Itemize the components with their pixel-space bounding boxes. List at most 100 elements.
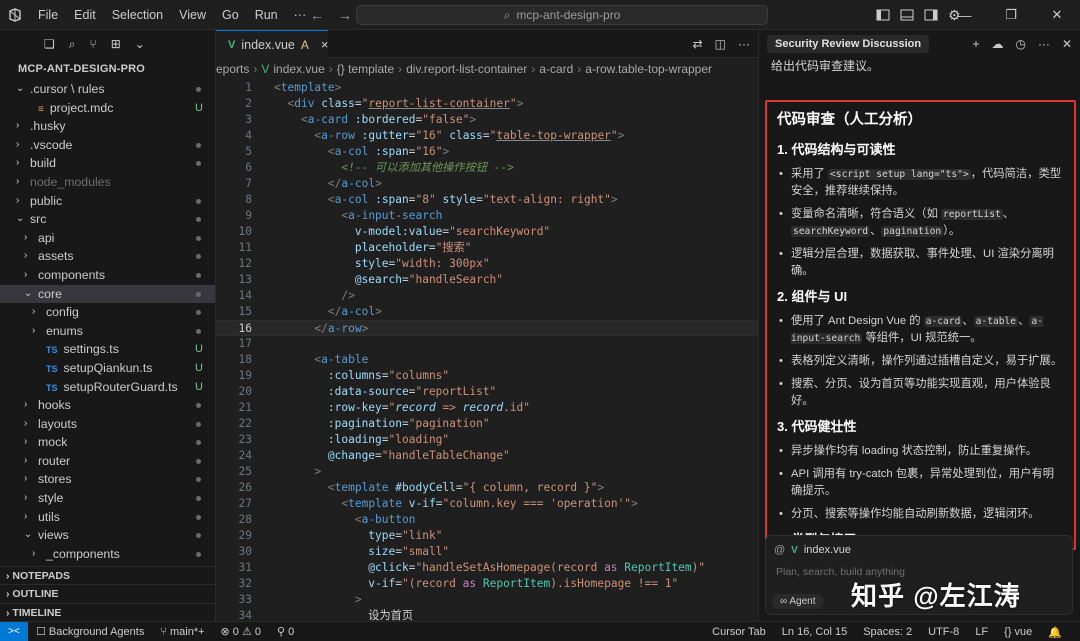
forward-arrow-icon[interactable]: → (338, 7, 352, 23)
tab-index-vue[interactable]: V index.vue A × (216, 30, 328, 58)
toggle-panel-icon[interactable] (900, 8, 914, 22)
cursor-position[interactable]: Ln 16, Col 15 (774, 626, 855, 638)
remote-icon[interactable]: >< (0, 621, 28, 641)
tree-item[interactable]: › public (0, 192, 215, 211)
tree-item[interactable]: › .vscode (0, 136, 215, 155)
split-editor-icon[interactable]: ◫ (715, 37, 726, 51)
tree-item[interactable]: › enums (0, 322, 215, 341)
section-outline[interactable]: › OUTLINE (0, 584, 216, 603)
tree-item-label: views (38, 526, 69, 545)
tree-item[interactable]: › config (0, 303, 215, 322)
history-icon[interactable]: ◷ (1015, 37, 1025, 51)
restore-icon[interactable]: ❐ (988, 0, 1034, 30)
window-controls: — ❐ ✕ (942, 0, 1080, 30)
breadcrumb-item[interactable]: div.report-list-container (406, 58, 527, 80)
tree-item[interactable]: › mock (0, 433, 215, 452)
breadcrumb-item[interactable]: a-row.table-top-wrapper (585, 58, 712, 80)
explorer-root[interactable]: MCP-ANT-DESIGN-PRO (0, 58, 215, 80)
agent-mode-selector[interactable]: ∞ Agent (772, 594, 824, 609)
menu-edit[interactable]: Edit (66, 0, 104, 30)
language-mode[interactable]: {} vue (996, 626, 1040, 638)
review-list: 异步操作均有 loading 状态控制，防止重复操作。 API 调用有 try-c… (777, 443, 1064, 523)
command-center-search[interactable]: ⌕ mcp-ant-design-pro (356, 5, 768, 25)
toggle-sidebar-icon[interactable] (876, 8, 890, 22)
code-line: 2 <div class="report-list-container"> (245, 97, 524, 110)
tree-item[interactable]: TS settings.ts U (0, 340, 215, 359)
ports-indicator[interactable]: ⚲ 0 (269, 625, 302, 638)
compare-icon[interactable]: ⇄ (693, 37, 703, 51)
menu-file[interactable]: File (30, 0, 66, 30)
tree-item[interactable]: › _components (0, 545, 215, 564)
menu-go[interactable]: Go (214, 0, 247, 30)
back-arrow-icon[interactable]: ← (310, 7, 324, 23)
new-chat-icon[interactable]: + (972, 37, 979, 51)
toggle-secondary-sidebar-icon[interactable] (924, 8, 938, 22)
minimize-icon[interactable]: — (942, 0, 988, 30)
menu-selection[interactable]: Selection (104, 0, 171, 30)
tree-item[interactable]: › components (0, 266, 215, 285)
tree-item[interactable]: ⌄ views (0, 526, 215, 545)
tree-item[interactable]: › api (0, 229, 215, 248)
tree-item-label: .vscode (30, 136, 72, 155)
close-icon[interactable]: ✕ (1062, 37, 1072, 51)
cloud-icon[interactable]: ☁ (991, 37, 1003, 51)
chat-tab-title[interactable]: Security Review Discussion (767, 35, 930, 53)
tree-item[interactable]: › hooks (0, 396, 215, 415)
close-icon[interactable]: ✕ (1034, 0, 1080, 30)
tree-item[interactable]: › router (0, 452, 215, 471)
extensions-icon[interactable]: ⊞ (111, 37, 121, 51)
tree-item[interactable]: ≡ project.mdc U (0, 99, 215, 118)
close-icon[interactable]: × (321, 37, 329, 52)
tree-item-label: node_modules (30, 173, 111, 192)
menu-view[interactable]: View (171, 0, 214, 30)
section-timeline[interactable]: › TIMELINE (0, 602, 216, 622)
tree-item[interactable]: TS setupRouterGuard.ts U (0, 378, 215, 397)
chevron-down-icon[interactable]: ⌄ (135, 37, 145, 51)
breadcrumb-item[interactable]: eports (216, 58, 249, 80)
chevron-right-icon: › (24, 399, 28, 411)
breadcrumb-item[interactable]: index.vue (273, 58, 324, 80)
tree-item[interactable]: › stores (0, 470, 215, 489)
problems-indicator[interactable]: ⊗ 0 ⚠ 0 (213, 625, 269, 638)
tree-item[interactable]: › assets (0, 247, 215, 266)
review-section-title: 3. 代码健壮性 (777, 419, 857, 434)
tree-item[interactable]: ⌄ core (0, 284, 215, 304)
tree-item-label: stores (38, 470, 72, 489)
tree-item[interactable]: › .husky (0, 117, 215, 136)
tree-item-label: enums (46, 322, 83, 341)
code-line: 7 </a-col> (245, 177, 382, 190)
line-ending[interactable]: LF (967, 626, 996, 638)
tree-item[interactable]: ⌄ src (0, 210, 215, 229)
code-view[interactable]: 1 <template> 2 <div class="report-list-co… (216, 80, 758, 624)
search-icon[interactable]: ⌕ (69, 37, 76, 52)
background-agents[interactable]: ☐ Background Agents (28, 625, 152, 638)
section-notepads[interactable]: › NOTEPADS (0, 565, 216, 585)
indentation[interactable]: Spaces: 2 (855, 626, 920, 638)
breadcrumb-item[interactable]: a-card (539, 58, 573, 80)
menu-run[interactable]: Run (247, 0, 286, 30)
tree-item[interactable]: TS setupQiankun.ts U (0, 359, 215, 378)
tree-item[interactable]: › style (0, 489, 215, 508)
code-line: 26 <template #bodyCell="{ column, record… (238, 481, 605, 494)
tree-item[interactable]: › build (0, 154, 215, 173)
code-line: 9 <a-input-search (245, 209, 443, 222)
more-icon[interactable]: ··· (1038, 37, 1050, 51)
cursor-tab-status[interactable]: Cursor Tab (704, 626, 774, 638)
chevron-right-icon: › (24, 454, 28, 466)
status-bar: >< ☐ Background Agents ⑂ main*+ ⊗ 0 ⚠ 0 … (0, 621, 1080, 641)
tree-item[interactable]: › layouts (0, 415, 215, 434)
more-icon[interactable]: ··· (738, 37, 750, 51)
app-logo-icon (0, 0, 30, 30)
tree-item[interactable]: › node_modules (0, 173, 215, 192)
encoding[interactable]: UTF-8 (920, 626, 967, 638)
tree-item[interactable]: › utils (0, 508, 215, 527)
explorer-toolbar: ❏ ⌕ ⑂ ⊞ ⌄ (0, 30, 215, 58)
notifications-icon[interactable]: 🔔 (1040, 626, 1070, 639)
breadcrumb-item[interactable]: {} template (337, 58, 394, 80)
context-chip[interactable]: @ V index.vue (774, 544, 851, 556)
git-branch[interactable]: ⑂ main*+ (152, 626, 212, 638)
source-control-icon[interactable]: ⑂ (90, 37, 97, 51)
tree-item[interactable]: ⌄ .cursor \ rules (0, 80, 215, 99)
tree-item-label: config (46, 303, 79, 322)
files-icon[interactable]: ❏ (44, 37, 55, 51)
